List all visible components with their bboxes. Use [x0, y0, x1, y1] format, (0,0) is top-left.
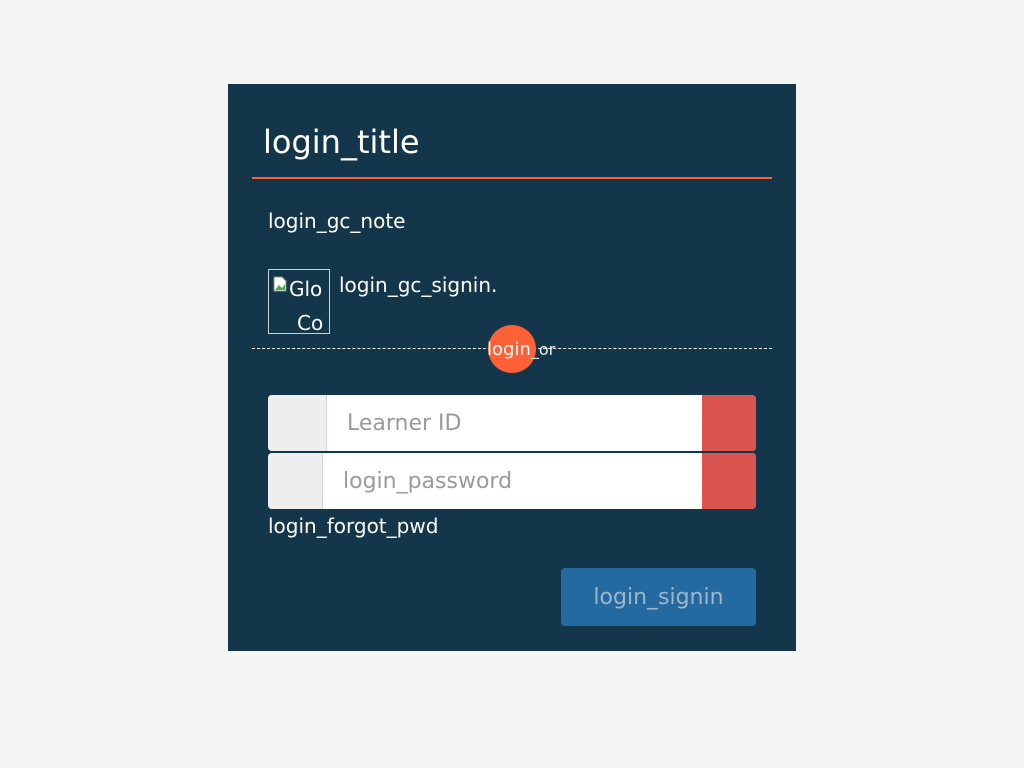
- learner-id-group: [268, 395, 756, 451]
- gc-signin-label: login_gc_signin.: [339, 273, 498, 297]
- or-label-suffix: _or: [530, 339, 556, 359]
- password-input[interactable]: [323, 453, 702, 509]
- gc-signin-link[interactable]: Glo Co login_gc_signin.: [268, 269, 497, 335]
- forgot-password-link[interactable]: login_forgot_pwd: [268, 512, 438, 540]
- login-title: login_title: [263, 123, 420, 161]
- password-addon: [268, 453, 323, 509]
- password-group: [268, 453, 756, 509]
- gc-note: login_gc_note: [268, 209, 406, 233]
- learner-id-input[interactable]: [327, 395, 702, 451]
- title-divider: [252, 177, 772, 179]
- gc-image-alt-text: Glo: [289, 277, 323, 301]
- broken-image-glyph-icon: [273, 276, 287, 292]
- signin-button[interactable]: login_signin: [561, 568, 756, 626]
- gc-image-alt-text-2: Co: [297, 311, 324, 334]
- password-error-addon: [702, 453, 756, 509]
- login-panel: login_title login_gc_note Glo Co login_g…: [228, 84, 796, 651]
- or-label: login_or: [487, 339, 555, 360]
- learner-id-addon: [268, 395, 327, 451]
- learner-id-error-addon: [702, 395, 756, 451]
- broken-image-icon: Glo Co: [268, 269, 330, 334]
- or-badge: login_or: [487, 325, 556, 373]
- or-label-main: login: [487, 338, 531, 360]
